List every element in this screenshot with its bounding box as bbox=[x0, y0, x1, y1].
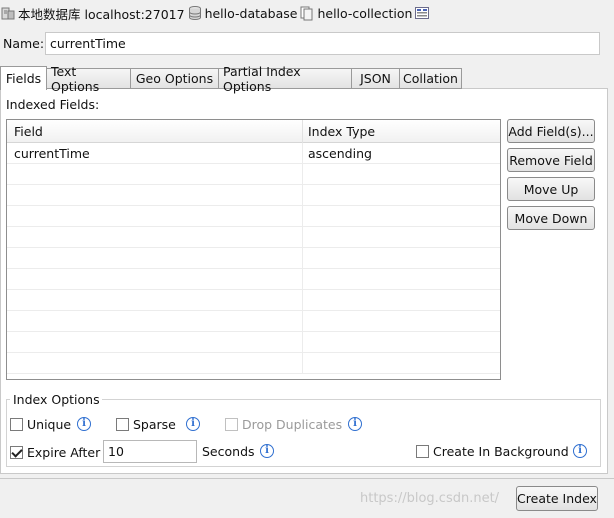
cell-index-type[interactable]: ascending bbox=[303, 143, 500, 164]
unique-info-icon[interactable]: i bbox=[77, 417, 91, 431]
tab-collation[interactable]: Collation bbox=[400, 68, 462, 89]
breadcrumb-server[interactable]: 本地数据库 localhost:27017 bbox=[0, 4, 185, 23]
sparse-info-icon[interactable]: i bbox=[186, 417, 200, 431]
watermark-text: https://blog.csdn.net/ bbox=[360, 491, 500, 506]
table-row-empty bbox=[7, 227, 500, 248]
add-fields-button[interactable]: Add Field(s)... bbox=[507, 119, 595, 143]
indexed-fields-label: Indexed Fields: bbox=[6, 97, 100, 112]
tab-text-options[interactable]: Text Options bbox=[47, 64, 131, 94]
drop-duplicates-checkbox-box bbox=[225, 418, 238, 431]
breadcrumb-label: 本地数据库 localhost:27017 bbox=[18, 6, 185, 22]
name-input[interactable] bbox=[45, 32, 600, 55]
column-header-index-type[interactable]: Index Type bbox=[303, 120, 500, 143]
expire-after-checkbox-box[interactable] bbox=[10, 446, 23, 459]
index-options-title: Index Options bbox=[11, 392, 102, 407]
table-body: currentTime ascending bbox=[7, 143, 500, 374]
breadcrumb-collection[interactable]: hello-collection bbox=[299, 5, 412, 21]
table-row-empty bbox=[7, 311, 500, 332]
indexed-fields-table[interactable]: Field Index Type currentTime ascending bbox=[6, 119, 501, 380]
expire-after-checkbox[interactable]: Expire After bbox=[10, 445, 100, 460]
tab-json[interactable]: JSON bbox=[352, 68, 400, 89]
breadcrumb: 本地数据库 localhost:27017 hello-database hel… bbox=[0, 3, 432, 23]
unique-checkbox-box[interactable] bbox=[10, 418, 23, 431]
breadcrumb-label: hello-collection bbox=[317, 5, 413, 21]
create-index-button[interactable]: Create Index bbox=[516, 486, 598, 511]
table-row-empty bbox=[7, 290, 500, 311]
table-row[interactable]: currentTime ascending bbox=[7, 143, 500, 164]
tab-partial-index-options[interactable]: Partial Index Options bbox=[219, 64, 352, 94]
expire-after-info-icon[interactable]: i bbox=[260, 444, 274, 458]
column-header-field[interactable]: Field bbox=[7, 120, 303, 143]
table-row-empty bbox=[7, 353, 500, 374]
index-icon bbox=[415, 7, 430, 19]
footer-divider bbox=[0, 478, 614, 479]
move-up-button[interactable]: Move Up bbox=[507, 177, 595, 201]
table-row-empty bbox=[7, 185, 500, 206]
drop-duplicates-checkbox: Drop Duplicates bbox=[225, 417, 342, 432]
cell-field: currentTime bbox=[7, 143, 303, 164]
collection-icon bbox=[300, 6, 313, 21]
expire-unit-label: Seconds bbox=[202, 444, 255, 459]
table-row-empty bbox=[7, 248, 500, 269]
table-row-empty bbox=[7, 332, 500, 353]
move-down-button[interactable]: Move Down bbox=[507, 206, 595, 230]
tab-bar: Fields Text Options Geo Options Partial … bbox=[0, 64, 462, 94]
breadcrumb-database[interactable]: hello-database bbox=[187, 5, 298, 21]
tab-fields[interactable]: Fields bbox=[0, 66, 47, 90]
database-icon bbox=[188, 6, 201, 20]
create-in-background-checkbox-box[interactable] bbox=[416, 445, 429, 458]
table-header: Field Index Type bbox=[7, 120, 500, 143]
drop-duplicates-info-icon[interactable]: i bbox=[348, 417, 362, 431]
unique-checkbox[interactable]: Unique bbox=[10, 417, 71, 432]
remove-field-button[interactable]: Remove Field bbox=[507, 148, 595, 172]
expire-after-input[interactable] bbox=[103, 440, 197, 463]
sparse-checkbox[interactable]: Sparse bbox=[116, 417, 176, 432]
table-row-empty bbox=[7, 164, 500, 185]
table-row-empty bbox=[7, 269, 500, 290]
sparse-checkbox-box[interactable] bbox=[116, 418, 129, 431]
background-info-icon[interactable]: i bbox=[573, 444, 587, 458]
name-label: Name: bbox=[3, 36, 45, 51]
create-in-background-checkbox[interactable]: Create In Background bbox=[416, 444, 569, 459]
table-row-empty bbox=[7, 206, 500, 227]
server-icon bbox=[1, 7, 15, 20]
tab-geo-options[interactable]: Geo Options bbox=[131, 68, 219, 89]
breadcrumb-label: hello-database bbox=[204, 5, 298, 21]
